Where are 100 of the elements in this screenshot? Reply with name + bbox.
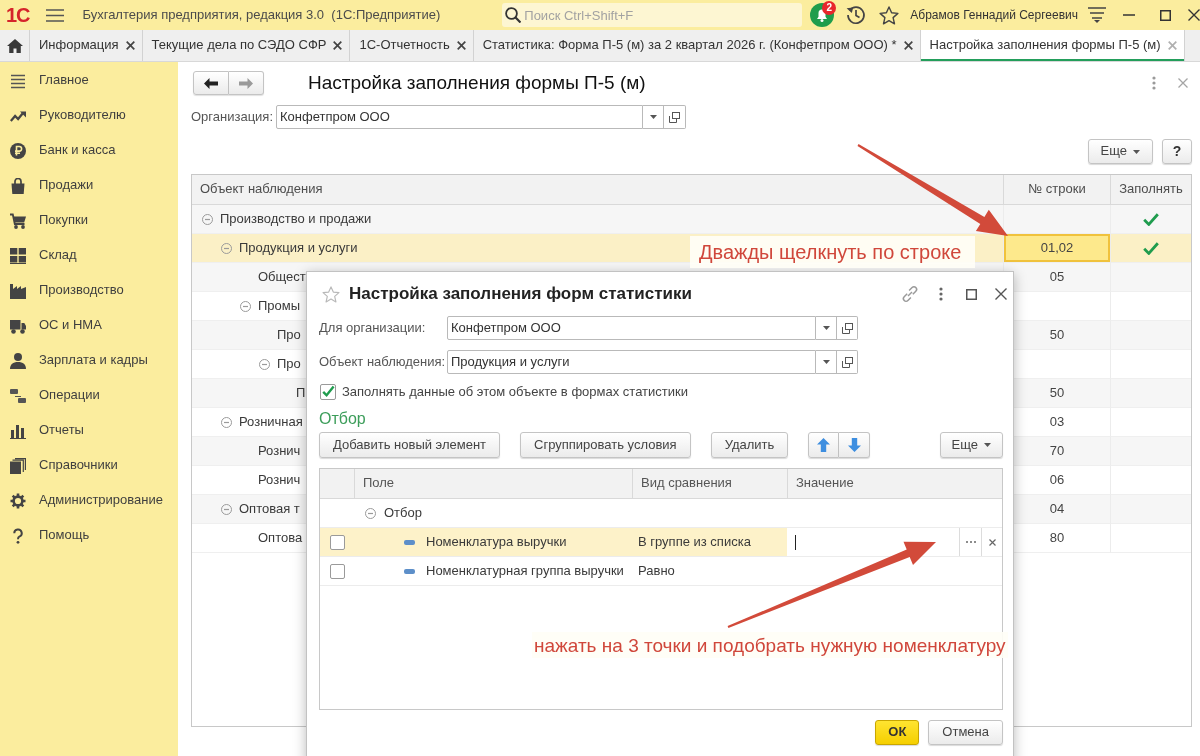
close-icon[interactable] bbox=[903, 41, 913, 50]
sidebar-item[interactable]: Банк и касса bbox=[0, 133, 178, 168]
sidebar-item[interactable]: Операции bbox=[0, 378, 178, 413]
open-button[interactable] bbox=[664, 105, 686, 129]
move-down-button[interactable] bbox=[839, 432, 871, 458]
arrow-down-icon bbox=[847, 438, 861, 452]
grid-icon bbox=[10, 247, 26, 264]
column-header[interactable]: Заполнять bbox=[1110, 175, 1191, 205]
sidebar-item[interactable]: Производство bbox=[0, 273, 178, 308]
collapse-icon[interactable] bbox=[221, 416, 232, 428]
settings-icon bbox=[10, 492, 26, 509]
close-icon[interactable] bbox=[456, 41, 466, 50]
truck-icon bbox=[10, 317, 26, 334]
caret-icon bbox=[822, 326, 830, 330]
factory-icon bbox=[10, 282, 26, 299]
select-field[interactable]: Конфетпром ООО bbox=[447, 316, 816, 340]
menu-icon[interactable] bbox=[46, 8, 65, 22]
column-header[interactable]: Объект наблюдения bbox=[192, 175, 1003, 205]
toolbar-button[interactable]: Удалить bbox=[710, 432, 789, 458]
open-button[interactable] bbox=[837, 350, 858, 374]
field-label: Организация: bbox=[191, 108, 275, 126]
sidebar-item[interactable]: Руководителю bbox=[0, 98, 178, 133]
text-cursor-icon bbox=[795, 534, 796, 550]
column-header[interactable]: № строки bbox=[1003, 175, 1110, 205]
filter-field-text: Номенклатурная группа выручки bbox=[426, 562, 624, 580]
checkbox-label: Заполнять данные об этом объекте в формах статистики bbox=[342, 383, 688, 401]
tree-item-text: Общест bbox=[258, 268, 306, 286]
dash-icon bbox=[404, 539, 415, 545]
more-button[interactable]: Еще bbox=[939, 432, 1003, 458]
logo[interactable]: 1С bbox=[6, 4, 40, 26]
ok-button[interactable]: ОК bbox=[875, 720, 920, 745]
back-button[interactable] bbox=[193, 71, 229, 95]
move-up-button[interactable] bbox=[808, 432, 840, 458]
sidebar-item[interactable]: Продажи bbox=[0, 168, 178, 203]
list-menu-icon[interactable] bbox=[1088, 7, 1106, 23]
kebab-menu-icon[interactable] bbox=[1152, 76, 1156, 90]
tab[interactable]: Текущие дела по СЭДО СФР bbox=[142, 30, 351, 61]
search-icon[interactable] bbox=[505, 7, 522, 23]
toolbar-button[interactable]: Сгруппировать условия bbox=[520, 432, 691, 458]
collapse-icon[interactable] bbox=[365, 507, 376, 519]
maximize-icon[interactable] bbox=[1160, 9, 1171, 21]
maximize-icon[interactable] bbox=[966, 288, 977, 300]
search-field[interactable]: Поиск Ctrl+Shift+F bbox=[502, 3, 803, 27]
help-icon bbox=[13, 527, 23, 544]
tree-item-text: Продукция и услуги bbox=[239, 239, 358, 257]
checkbox[interactable] bbox=[320, 384, 336, 400]
more-button[interactable]: Еще bbox=[1087, 139, 1153, 164]
toolbar-button[interactable]: Добавить новый элемент bbox=[319, 432, 501, 458]
close-icon[interactable] bbox=[995, 288, 1007, 300]
column-header[interactable]: Поле bbox=[354, 469, 632, 499]
link-icon[interactable] bbox=[900, 284, 920, 304]
column-header[interactable]: Вид сравнения bbox=[632, 469, 787, 499]
checkbox[interactable] bbox=[329, 534, 345, 550]
table-row[interactable]: Производство и продажи bbox=[192, 205, 1191, 234]
open-window-icon bbox=[669, 111, 680, 123]
close-icon[interactable] bbox=[125, 41, 135, 50]
section-heading: Отбор bbox=[319, 409, 367, 429]
collapse-icon[interactable] bbox=[221, 503, 232, 515]
app-title: Бухгалтерия предприятия, редакция 3.0 (1С:Предприятие) bbox=[82, 6, 442, 24]
dropdown-button[interactable] bbox=[816, 316, 837, 340]
sidebar-item[interactable]: Покупки bbox=[0, 203, 178, 238]
collapse-icon[interactable] bbox=[259, 358, 270, 370]
table-cell: 01,02 bbox=[1003, 234, 1110, 263]
sidebar-item[interactable]: Справочники bbox=[0, 448, 178, 483]
tab[interactable]: Настройка заполнения формы П-5 (м) bbox=[920, 30, 1185, 61]
tab[interactable]: Информация bbox=[30, 30, 143, 61]
close-icon[interactable] bbox=[333, 41, 343, 50]
sidebar-item[interactable]: Главное bbox=[0, 63, 178, 98]
tab[interactable]: 1С-Отчетность bbox=[350, 30, 474, 61]
column-header[interactable]: Значение bbox=[787, 469, 1002, 499]
sidebar-item[interactable]: Отчеты bbox=[0, 413, 178, 448]
kebab-menu-icon[interactable] bbox=[939, 287, 943, 301]
dropdown-button[interactable] bbox=[643, 105, 664, 129]
home-icon[interactable] bbox=[6, 38, 23, 53]
sidebar-item[interactable]: Склад bbox=[0, 238, 178, 273]
collapse-icon[interactable] bbox=[221, 242, 232, 254]
star-icon[interactable] bbox=[322, 285, 340, 303]
cancel-button[interactable]: Отмена bbox=[928, 720, 1003, 745]
star-icon[interactable] bbox=[879, 5, 900, 25]
sidebar-item[interactable]: ОС и НМА bbox=[0, 308, 178, 343]
close-icon[interactable] bbox=[1188, 9, 1200, 21]
open-button[interactable] bbox=[837, 316, 858, 340]
caret-icon bbox=[649, 115, 657, 119]
notification-badge: 2 bbox=[822, 1, 837, 15]
sidebar-item[interactable]: Зарплата и кадры bbox=[0, 343, 178, 378]
sidebar-item[interactable]: Администрирование bbox=[0, 483, 178, 518]
user-name[interactable]: Абрамов Геннадий Сергеевич bbox=[910, 7, 1078, 23]
table-row[interactable]: Номенклатура выручки В группе из списка bbox=[320, 528, 1002, 557]
organization-field[interactable]: Конфетпром ООО bbox=[276, 105, 643, 129]
sidebar-item[interactable]: Помощь bbox=[0, 518, 178, 553]
caret-icon bbox=[822, 360, 830, 364]
collapse-icon[interactable] bbox=[240, 300, 251, 312]
tree-item-text: Оптовая т bbox=[239, 500, 300, 518]
checkbox[interactable] bbox=[329, 563, 345, 579]
dropdown-button[interactable] bbox=[816, 350, 837, 374]
help-button[interactable]: ? bbox=[1162, 139, 1192, 164]
tab[interactable]: Статистика: Форма П-5 (м) за 2 квартал 2026 г. (Конфетпром ООО) * bbox=[473, 30, 921, 61]
collapse-icon[interactable] bbox=[202, 213, 213, 225]
select-field[interactable]: Продукция и услуги bbox=[447, 350, 816, 374]
history-icon[interactable] bbox=[846, 5, 867, 25]
